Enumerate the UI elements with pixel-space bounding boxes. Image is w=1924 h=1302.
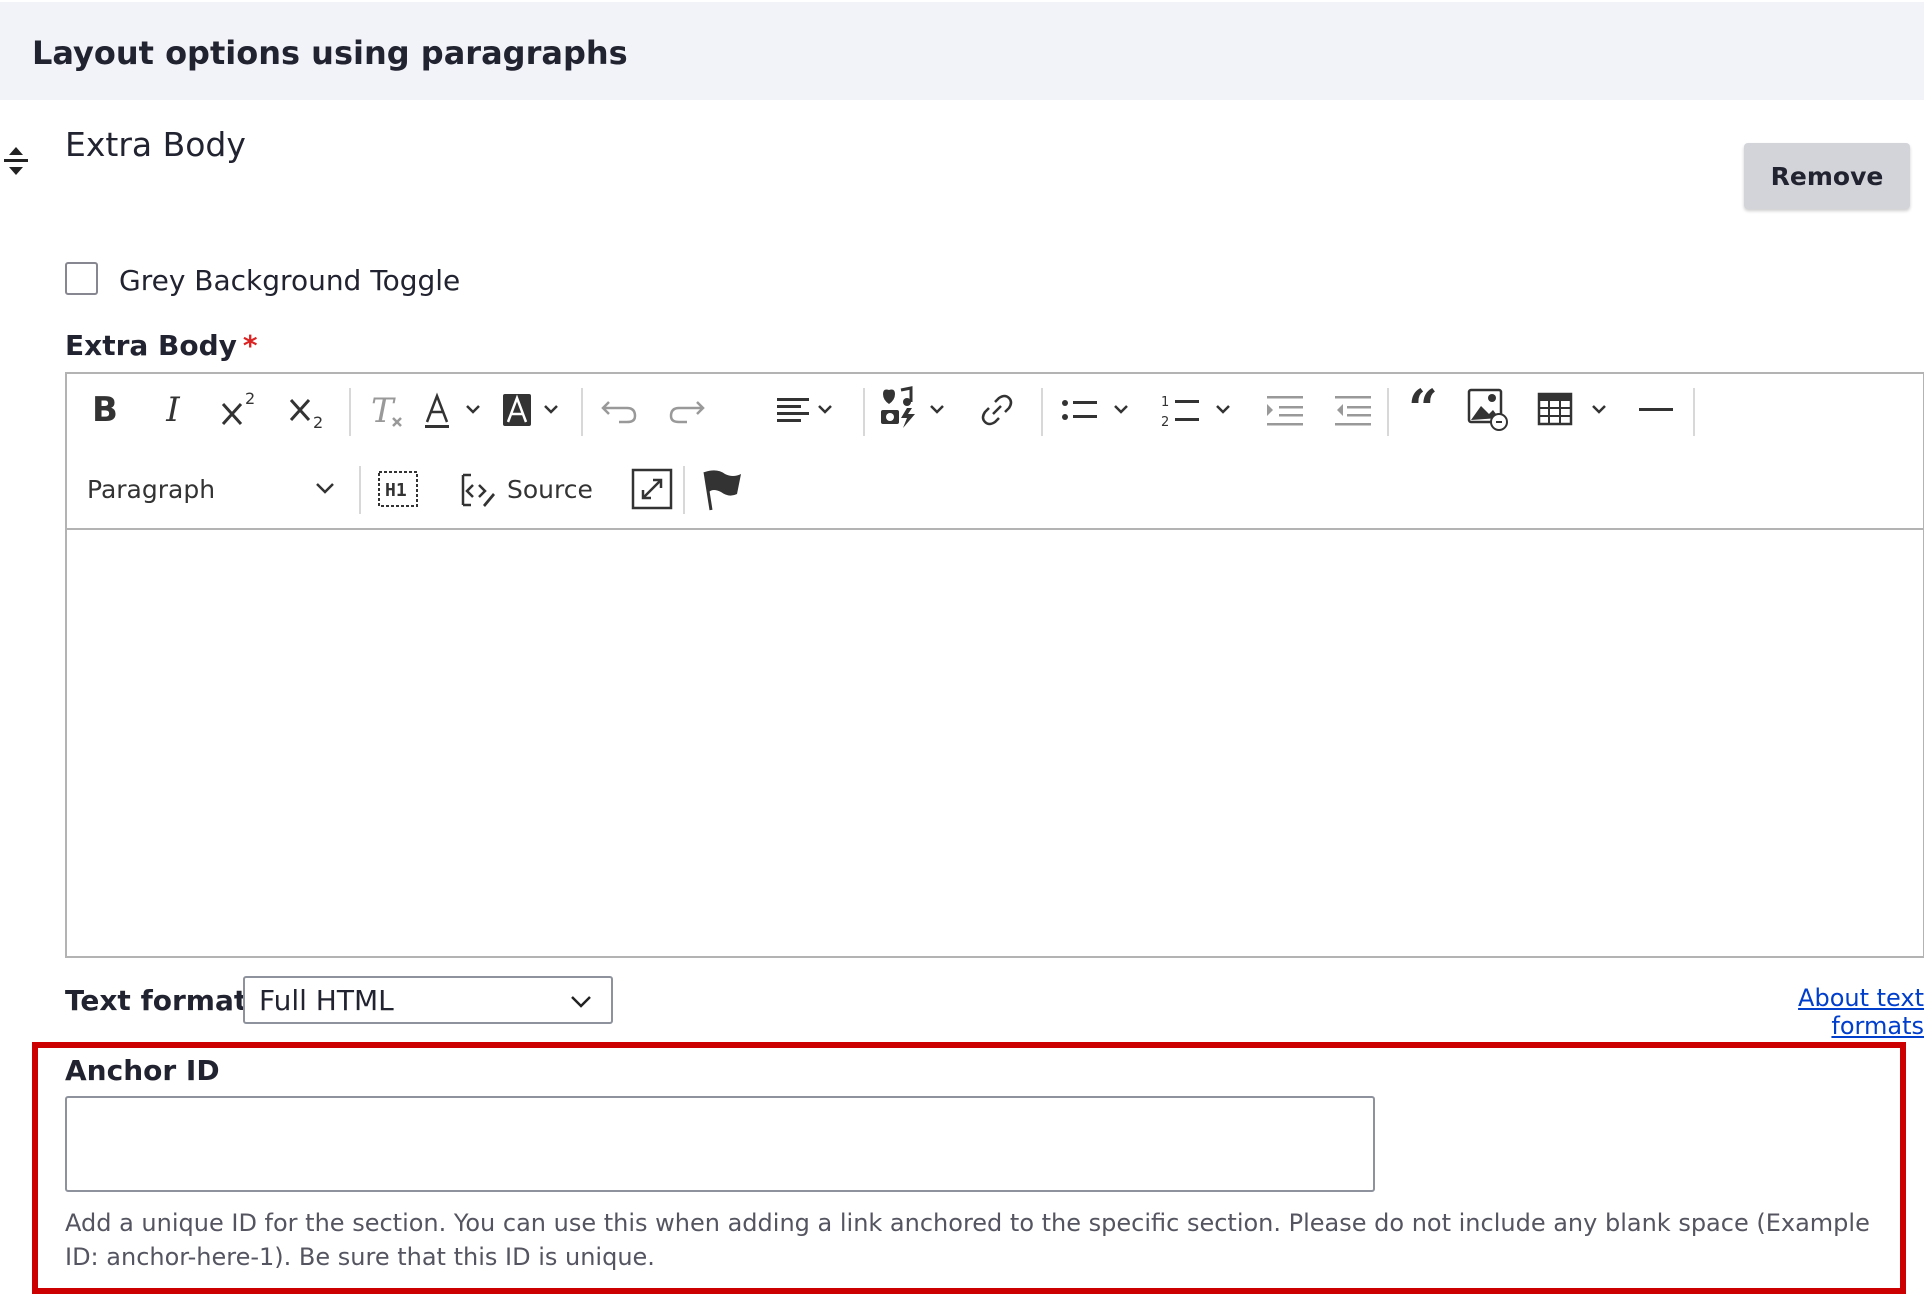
svg-text:2: 2 <box>313 413 323 432</box>
redo-icon[interactable] <box>661 388 711 432</box>
font-color-icon[interactable] <box>421 388 491 432</box>
text-alignment-icon[interactable] <box>773 388 843 432</box>
indent-icon[interactable] <box>1261 388 1311 432</box>
editor-content-area[interactable] <box>67 530 1923 956</box>
text-format-value: Full HTML <box>259 983 394 1017</box>
text-format-select[interactable]: Full HTML <box>243 976 613 1024</box>
chevron-down-icon <box>571 996 591 1008</box>
heading-dropdown[interactable]: Paragraph <box>87 464 337 514</box>
extra-body-label-text: Extra Body <box>65 329 237 362</box>
svg-text:H1: H1 <box>385 480 407 501</box>
extra-body-label: Extra Body * <box>65 329 258 362</box>
required-marker: * <box>242 329 258 362</box>
paragraph-title: Extra Body <box>65 125 246 164</box>
remove-button[interactable]: Remove <box>1744 143 1910 209</box>
heading-dropdown-value: Paragraph <box>87 474 216 504</box>
anchor-id-input[interactable] <box>65 1096 1375 1192</box>
bold-icon[interactable]: B <box>83 388 127 432</box>
toolbar-separator <box>581 388 583 436</box>
media-embed-icon[interactable] <box>877 384 953 432</box>
insert-table-icon[interactable] <box>1535 388 1615 432</box>
superscript-icon[interactable]: 2 <box>217 388 267 432</box>
h1-icon[interactable]: H1 <box>373 464 423 514</box>
grey-background-label: Grey Background Toggle <box>119 264 461 297</box>
chevron-down-icon <box>316 483 334 494</box>
toolbar-separator <box>349 388 351 436</box>
svg-text:1: 1 <box>1161 395 1169 410</box>
toolbar-separator <box>863 388 865 436</box>
font-background-color-icon[interactable] <box>499 388 569 432</box>
toolbar-separator <box>1041 388 1043 436</box>
italic-icon[interactable]: I <box>151 388 195 432</box>
text-format-label: Text format <box>65 984 248 1017</box>
source-label: Source <box>507 474 593 504</box>
toolbar-separator <box>1387 388 1389 436</box>
toolbar-separator <box>683 466 685 514</box>
outdent-icon[interactable] <box>1329 388 1379 432</box>
anchor-id-description: Add a unique ID for the section. You can… <box>65 1209 1870 1271</box>
grey-background-checkbox[interactable] <box>65 262 98 295</box>
remove-format-icon[interactable]: T <box>365 388 409 432</box>
source-icon <box>461 473 495 507</box>
block-quote-icon[interactable]: “ <box>1401 384 1445 436</box>
toolbar-separator <box>1693 388 1695 436</box>
insert-image-icon[interactable] <box>1465 384 1509 432</box>
undo-icon[interactable] <box>595 388 645 432</box>
link-icon[interactable] <box>975 388 1019 432</box>
source-button[interactable]: Source <box>457 464 593 514</box>
drag-handle-icon[interactable] <box>2 145 30 179</box>
toolbar-separator <box>359 466 361 514</box>
horizontal-line-icon[interactable] <box>1635 388 1679 432</box>
flag-icon[interactable] <box>697 464 747 514</box>
subscript-icon[interactable]: 2 <box>285 388 335 432</box>
about-text-formats-link[interactable]: About text formats <box>1710 984 1924 1040</box>
editor-toolbar: B I 2 2 T 1 2 “ Paragraph H1 Source <box>67 374 1923 530</box>
anchor-id-label: Anchor ID <box>65 1054 220 1087</box>
maximize-icon[interactable] <box>627 464 677 514</box>
section-header: Layout options using paragraphs <box>0 2 1924 100</box>
numbered-list-icon[interactable]: 1 2 <box>1159 388 1239 432</box>
section-title: Layout options using paragraphs <box>32 34 628 72</box>
svg-text:2: 2 <box>245 389 255 408</box>
bulleted-list-icon[interactable] <box>1057 388 1137 432</box>
rich-text-editor: B I 2 2 T 1 2 “ Paragraph H1 Source <box>65 372 1924 958</box>
svg-text:2: 2 <box>1161 415 1169 430</box>
